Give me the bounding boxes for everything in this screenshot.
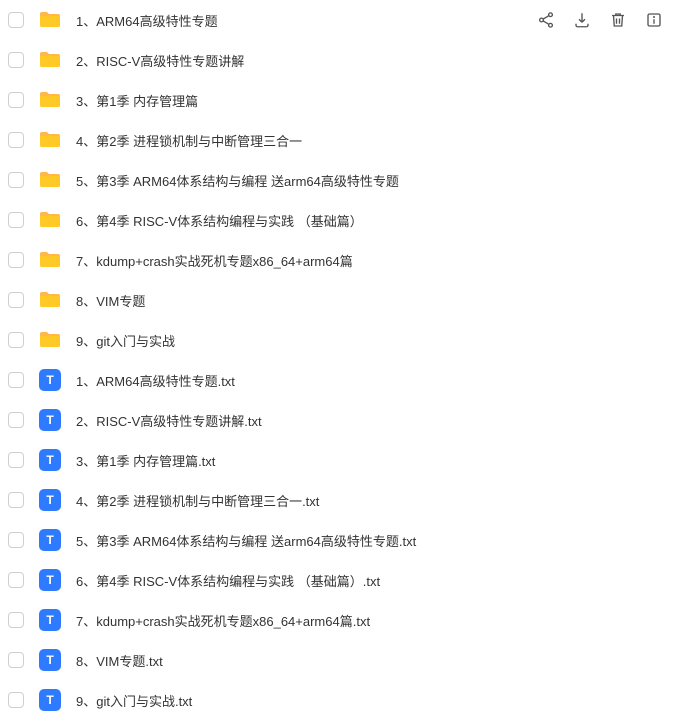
checkbox[interactable] [8, 692, 24, 708]
file-row[interactable]: 9、git入门与实战 [0, 320, 683, 360]
checkbox[interactable] [8, 572, 24, 588]
file-name[interactable]: 9、git入门与实战 [76, 331, 675, 350]
file-name[interactable]: 4、第2季 进程锁机制与中断管理三合一 [76, 131, 675, 150]
file-name[interactable]: 8、VIM专题.txt [76, 651, 675, 670]
txt-badge: T [39, 409, 61, 431]
file-name[interactable]: 5、第3季 ARM64体系结构与编程 送arm64高级特性专题 [76, 171, 675, 190]
txt-file-icon: T [38, 528, 62, 552]
file-name[interactable]: 6、第4季 RISC-V体系结构编程与实践 （基础篇）.txt [76, 571, 675, 590]
file-row[interactable]: T 3、第1季 内存管理篇.txt [0, 440, 683, 480]
txt-file-icon: T [38, 408, 62, 432]
more-icon[interactable] [645, 11, 663, 29]
file-name[interactable]: 7、kdump+crash实战死机专题x86_64+arm64篇.txt [76, 611, 675, 630]
file-row[interactable]: 7、kdump+crash实战死机专题x86_64+arm64篇 [0, 240, 683, 280]
file-row[interactable]: T 5、第3季 ARM64体系结构与编程 送arm64高级特性专题.txt [0, 520, 683, 560]
file-row[interactable]: 1、ARM64高级特性专题 [0, 0, 683, 40]
file-name[interactable]: 2、RISC-V高级特性专题讲解 [76, 51, 675, 70]
checkbox[interactable] [8, 172, 24, 188]
file-row[interactable]: T 1、ARM64高级特性专题.txt [0, 360, 683, 400]
checkbox[interactable] [8, 492, 24, 508]
folder-icon [38, 48, 62, 72]
folder-icon [38, 168, 62, 192]
file-name[interactable]: 3、第1季 内存管理篇.txt [76, 451, 675, 470]
checkbox[interactable] [8, 52, 24, 68]
file-row[interactable]: T 2、RISC-V高级特性专题讲解.txt [0, 400, 683, 440]
file-row[interactable]: 5、第3季 ARM64体系结构与编程 送arm64高级特性专题 [0, 160, 683, 200]
trash-icon[interactable] [609, 11, 627, 29]
txt-file-icon: T [38, 688, 62, 712]
file-name[interactable]: 3、第1季 内存管理篇 [76, 91, 675, 110]
file-row[interactable]: 4、第2季 进程锁机制与中断管理三合一 [0, 120, 683, 160]
txt-file-icon: T [38, 568, 62, 592]
file-name[interactable]: 7、kdump+crash实战死机专题x86_64+arm64篇 [76, 251, 675, 270]
checkbox[interactable] [8, 412, 24, 428]
checkbox[interactable] [8, 12, 24, 28]
file-row[interactable]: T 4、第2季 进程锁机制与中断管理三合一.txt [0, 480, 683, 520]
checkbox[interactable] [8, 212, 24, 228]
file-name[interactable]: 1、ARM64高级特性专题.txt [76, 371, 675, 390]
file-name[interactable]: 2、RISC-V高级特性专题讲解.txt [76, 411, 675, 430]
txt-file-icon: T [38, 608, 62, 632]
folder-icon [38, 128, 62, 152]
folder-icon [38, 8, 62, 32]
file-name[interactable]: 9、git入门与实战.txt [76, 691, 675, 710]
download-icon[interactable] [573, 11, 591, 29]
checkbox[interactable] [8, 252, 24, 268]
txt-badge: T [39, 369, 61, 391]
txt-file-icon: T [38, 368, 62, 392]
txt-file-icon: T [38, 488, 62, 512]
file-row[interactable]: 2、RISC-V高级特性专题讲解 [0, 40, 683, 80]
txt-badge: T [39, 689, 61, 711]
txt-badge: T [39, 569, 61, 591]
file-name[interactable]: 8、VIM专题 [76, 291, 675, 310]
file-row[interactable]: 8、VIM专题 [0, 280, 683, 320]
txt-badge: T [39, 649, 61, 671]
file-name[interactable]: 6、第4季 RISC-V体系结构编程与实践 （基础篇） [76, 211, 675, 230]
checkbox[interactable] [8, 132, 24, 148]
folder-icon [38, 288, 62, 312]
checkbox[interactable] [8, 452, 24, 468]
txt-file-icon: T [38, 448, 62, 472]
file-name[interactable]: 4、第2季 进程锁机制与中断管理三合一.txt [76, 491, 675, 510]
txt-badge: T [39, 449, 61, 471]
file-row[interactable]: T 8、VIM专题.txt [0, 640, 683, 680]
checkbox[interactable] [8, 292, 24, 308]
checkbox[interactable] [8, 332, 24, 348]
row-actions [537, 11, 675, 29]
file-row[interactable]: 3、第1季 内存管理篇 [0, 80, 683, 120]
folder-icon [38, 208, 62, 232]
file-list: 1、ARM64高级特性专题 2、RISC-V高级特性专题讲解 3、第1季 内存管理篇… [0, 0, 683, 720]
checkbox[interactable] [8, 652, 24, 668]
txt-file-icon: T [38, 648, 62, 672]
folder-icon [38, 248, 62, 272]
file-row[interactable]: T 9、git入门与实战.txt [0, 680, 683, 720]
checkbox[interactable] [8, 532, 24, 548]
share-icon[interactable] [537, 11, 555, 29]
folder-icon [38, 328, 62, 352]
file-row[interactable]: 6、第4季 RISC-V体系结构编程与实践 （基础篇） [0, 200, 683, 240]
file-name[interactable]: 5、第3季 ARM64体系结构与编程 送arm64高级特性专题.txt [76, 531, 675, 550]
txt-badge: T [39, 489, 61, 511]
checkbox[interactable] [8, 92, 24, 108]
checkbox[interactable] [8, 372, 24, 388]
file-row[interactable]: T 6、第4季 RISC-V体系结构编程与实践 （基础篇）.txt [0, 560, 683, 600]
folder-icon [38, 88, 62, 112]
checkbox[interactable] [8, 612, 24, 628]
file-name[interactable]: 1、ARM64高级特性专题 [76, 11, 537, 30]
file-row[interactable]: T 7、kdump+crash实战死机专题x86_64+arm64篇.txt [0, 600, 683, 640]
txt-badge: T [39, 529, 61, 551]
txt-badge: T [39, 609, 61, 631]
